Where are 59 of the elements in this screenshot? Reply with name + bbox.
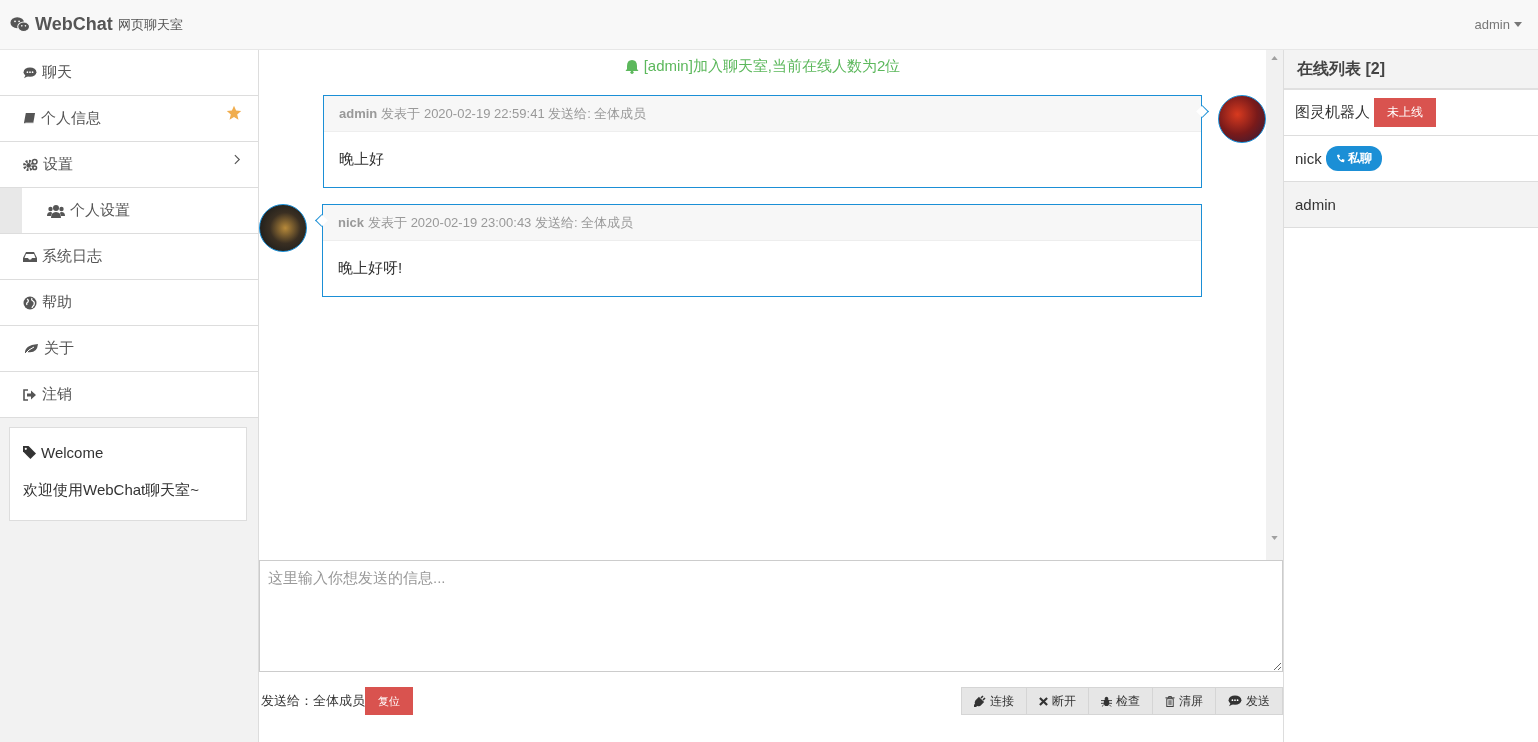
scrollbar[interactable] <box>1266 50 1283 560</box>
offline-tag: 未上线 <box>1374 98 1436 127</box>
join-notice: [admin]加入聊天室,当前在线人数为2位 <box>259 50 1266 78</box>
avatar-photo <box>1218 95 1266 143</box>
private-chat-button[interactable]: 私聊 <box>1325 146 1382 171</box>
user-menu[interactable]: admin <box>1474 17 1522 32</box>
phone-icon <box>1335 154 1345 163</box>
sidebar-item[interactable]: 系统日志 <box>0 234 258 280</box>
online-user-row[interactable]: admin <box>1284 182 1538 228</box>
toolbar-button[interactable]: 连接 <box>961 687 1027 715</box>
recipient-label: 发送给：全体成员 <box>260 692 365 710</box>
tag-icon <box>23 446 36 459</box>
toolbar-button[interactable]: 检查 <box>1088 687 1153 715</box>
bell-icon <box>624 58 639 74</box>
scroll-up-arrow-icon[interactable] <box>1271 56 1278 60</box>
toolbar-button[interactable]: 发送 <box>1215 687 1283 715</box>
sidebar-item[interactable]: 个人信息 <box>0 96 258 142</box>
speech-bubble-icon <box>1228 695 1242 707</box>
user-name: admin <box>1295 196 1336 213</box>
sidebar-item[interactable]: 关于 <box>0 326 258 372</box>
user-name: 图灵机器人 <box>1295 103 1370 122</box>
close-icon <box>1039 696 1048 706</box>
submenu-indent <box>0 188 22 233</box>
scroll-down-arrow-icon[interactable] <box>1271 536 1278 540</box>
wechat-logo-icon <box>10 16 30 33</box>
book-icon <box>23 112 36 125</box>
sidebar-item[interactable]: 设置 <box>0 142 258 188</box>
reset-button[interactable]: 复位 <box>365 687 413 715</box>
message-meta: nick 发表于 2020-02-19 23:00:43 发送给: 全体成员 <box>323 205 1201 241</box>
avatar-photo <box>259 204 307 252</box>
user-name: nick <box>1295 150 1322 167</box>
speech-bubble-icon <box>23 66 37 79</box>
brand-name[interactable]: WebChat <box>35 14 113 35</box>
toolbar-button[interactable]: 断开 <box>1026 687 1089 715</box>
globe-icon <box>23 295 37 310</box>
message-input[interactable]: 这里输入你想发送的信息... <box>259 560 1283 672</box>
online-list-title: 在线列表 [2] <box>1284 50 1538 90</box>
welcome-text: 欢迎使用WebChat聊天室~ <box>23 481 200 500</box>
online-user-row[interactable]: 图灵机器人 未上线 <box>1284 90 1538 136</box>
gears-icon <box>23 158 38 171</box>
welcome-title: Welcome <box>41 444 104 461</box>
plug-icon <box>974 695 986 707</box>
bubble-pointer <box>315 214 328 227</box>
message-text: 晚上好 <box>338 149 385 169</box>
sidebar-item[interactable]: 注销 <box>0 372 258 418</box>
toolbar-button[interactable]: 清屏 <box>1152 687 1216 715</box>
leaf-icon <box>23 342 39 355</box>
bug-icon <box>1101 695 1112 707</box>
caret-icon <box>1514 22 1522 27</box>
trash-icon <box>1165 695 1175 707</box>
sidebar-item[interactable]: 帮助 <box>0 280 258 326</box>
sidebar-item[interactable]: 个人设置 <box>0 188 258 234</box>
sidebar-item[interactable]: 聊天 <box>0 50 258 96</box>
sign-out-icon <box>23 388 37 401</box>
inbox-icon <box>23 250 37 263</box>
users-icon <box>47 203 65 218</box>
message-text: 晚上好呀! <box>337 258 404 278</box>
brand-subtitle: 网页聊天室 <box>117 15 183 34</box>
message-meta: admin 发表于 2020-02-19 22:59:41 发送给: 全体成员 <box>324 96 1201 132</box>
